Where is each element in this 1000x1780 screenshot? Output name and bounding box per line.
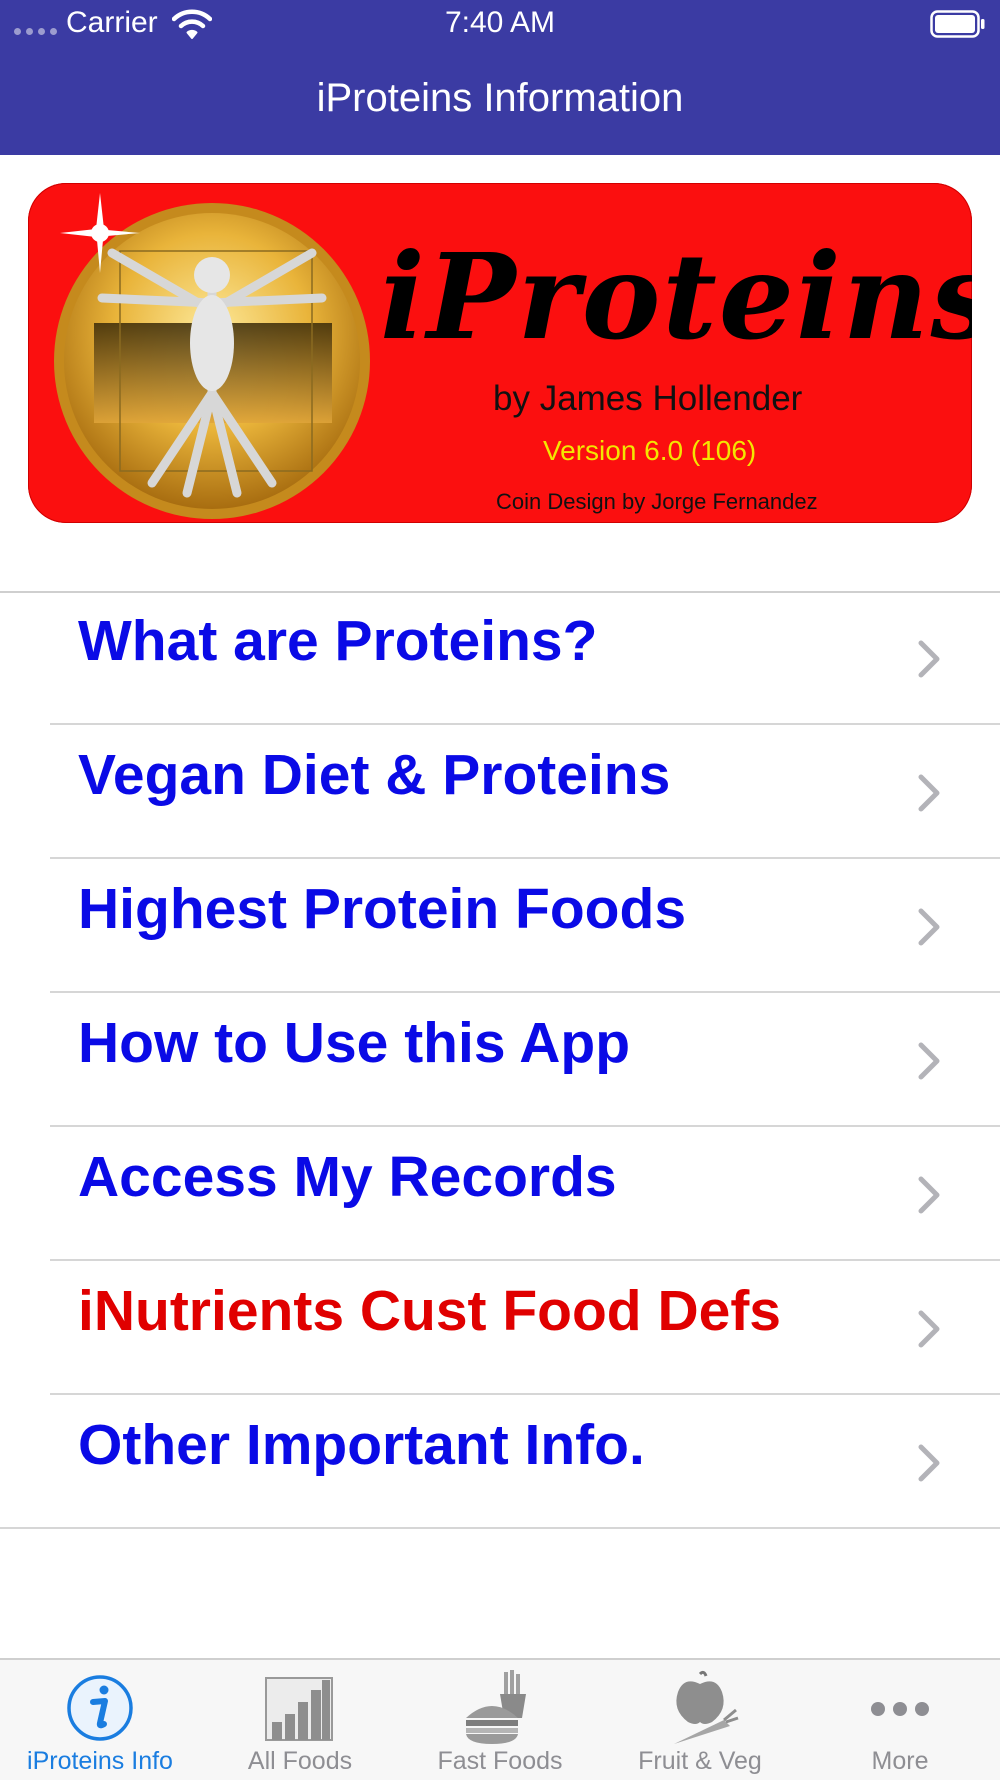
chevron-right-icon bbox=[918, 1444, 940, 1482]
tab-label: Fruit & Veg bbox=[638, 1747, 762, 1775]
status-time: 7:40 AM bbox=[444, 6, 556, 39]
apple-carrot-icon bbox=[674, 1670, 739, 1744]
menu-row-inutrients-cust-food[interactable]: iNutrients Cust Food Defs bbox=[0, 1261, 1000, 1395]
version-label: Version 6.0 (106) bbox=[543, 435, 757, 466]
battery-icon bbox=[930, 10, 985, 38]
chevron-right-icon bbox=[918, 1310, 940, 1348]
status-bar: Carrier 7:40 AM bbox=[0, 0, 1000, 50]
tab-label: Fast Foods bbox=[437, 1747, 563, 1775]
chevron-right-icon bbox=[918, 1176, 940, 1214]
menu-row-label: iNutrients Cust Food Defs bbox=[78, 1279, 782, 1343]
brand-wordmark: iProteins bbox=[380, 227, 972, 366]
menu-row-what-are-proteins[interactable]: What are Proteins? bbox=[0, 591, 1000, 725]
author-byline: by James Hollender bbox=[493, 379, 803, 418]
menu-row-label: Access My Records bbox=[78, 1145, 617, 1209]
tab-label: iProteins Info bbox=[27, 1747, 173, 1775]
chevron-right-icon bbox=[918, 908, 940, 946]
chevron-right-icon bbox=[918, 774, 940, 812]
burger-fries-icon bbox=[466, 1670, 526, 1744]
menu-row-other-info[interactable]: Other Important Info. bbox=[0, 1395, 1000, 1529]
bar-chart-icon bbox=[265, 1677, 333, 1741]
vitruvian-coin-logo bbox=[54, 193, 370, 519]
tab-label: More bbox=[871, 1747, 929, 1775]
menu-row-highest-protein-foods[interactable]: Highest Protein Foods bbox=[0, 859, 1000, 993]
info-icon bbox=[67, 1675, 133, 1741]
menu-row-label: Vegan Diet & Proteins bbox=[78, 743, 671, 807]
tab-fruit-veg[interactable]: Fruit & Veg bbox=[600, 1660, 800, 1780]
menu-row-how-to-use[interactable]: How to Use this App bbox=[0, 993, 1000, 1127]
coin-credit: Coin Design by Jorge Fernandez bbox=[496, 489, 818, 514]
chevron-right-icon bbox=[918, 1042, 940, 1080]
list-bottom-divider bbox=[0, 1527, 1000, 1529]
menu-row-label: Highest Protein Foods bbox=[78, 877, 687, 941]
tab-label: All Foods bbox=[247, 1747, 353, 1775]
menu-row-vegan-diet[interactable]: Vegan Diet & Proteins bbox=[0, 725, 1000, 859]
menu-row-label: What are Proteins? bbox=[78, 609, 598, 673]
app-banner: iProteins by James Hollender Version 6.0… bbox=[28, 183, 972, 523]
tab-bar: iProteins Info All Foods Fast Foods Frui… bbox=[0, 1658, 1000, 1780]
tab-more[interactable]: More bbox=[800, 1660, 1000, 1780]
chevron-right-icon bbox=[918, 640, 940, 678]
menu-row-label: How to Use this App bbox=[78, 1011, 631, 1075]
more-icon bbox=[871, 1702, 929, 1716]
menu-row-access-records[interactable]: Access My Records bbox=[0, 1127, 1000, 1261]
tab-all-foods[interactable]: All Foods bbox=[200, 1660, 400, 1780]
top-bar: Carrier 7:40 AM iProteins Information bbox=[0, 0, 1000, 155]
tab-fast-foods[interactable]: Fast Foods bbox=[400, 1660, 600, 1780]
tab-iproteins-info[interactable]: iProteins Info bbox=[0, 1660, 200, 1780]
page-title: iProteins Information bbox=[316, 76, 684, 120]
menu-row-label: Other Important Info. bbox=[78, 1413, 645, 1477]
